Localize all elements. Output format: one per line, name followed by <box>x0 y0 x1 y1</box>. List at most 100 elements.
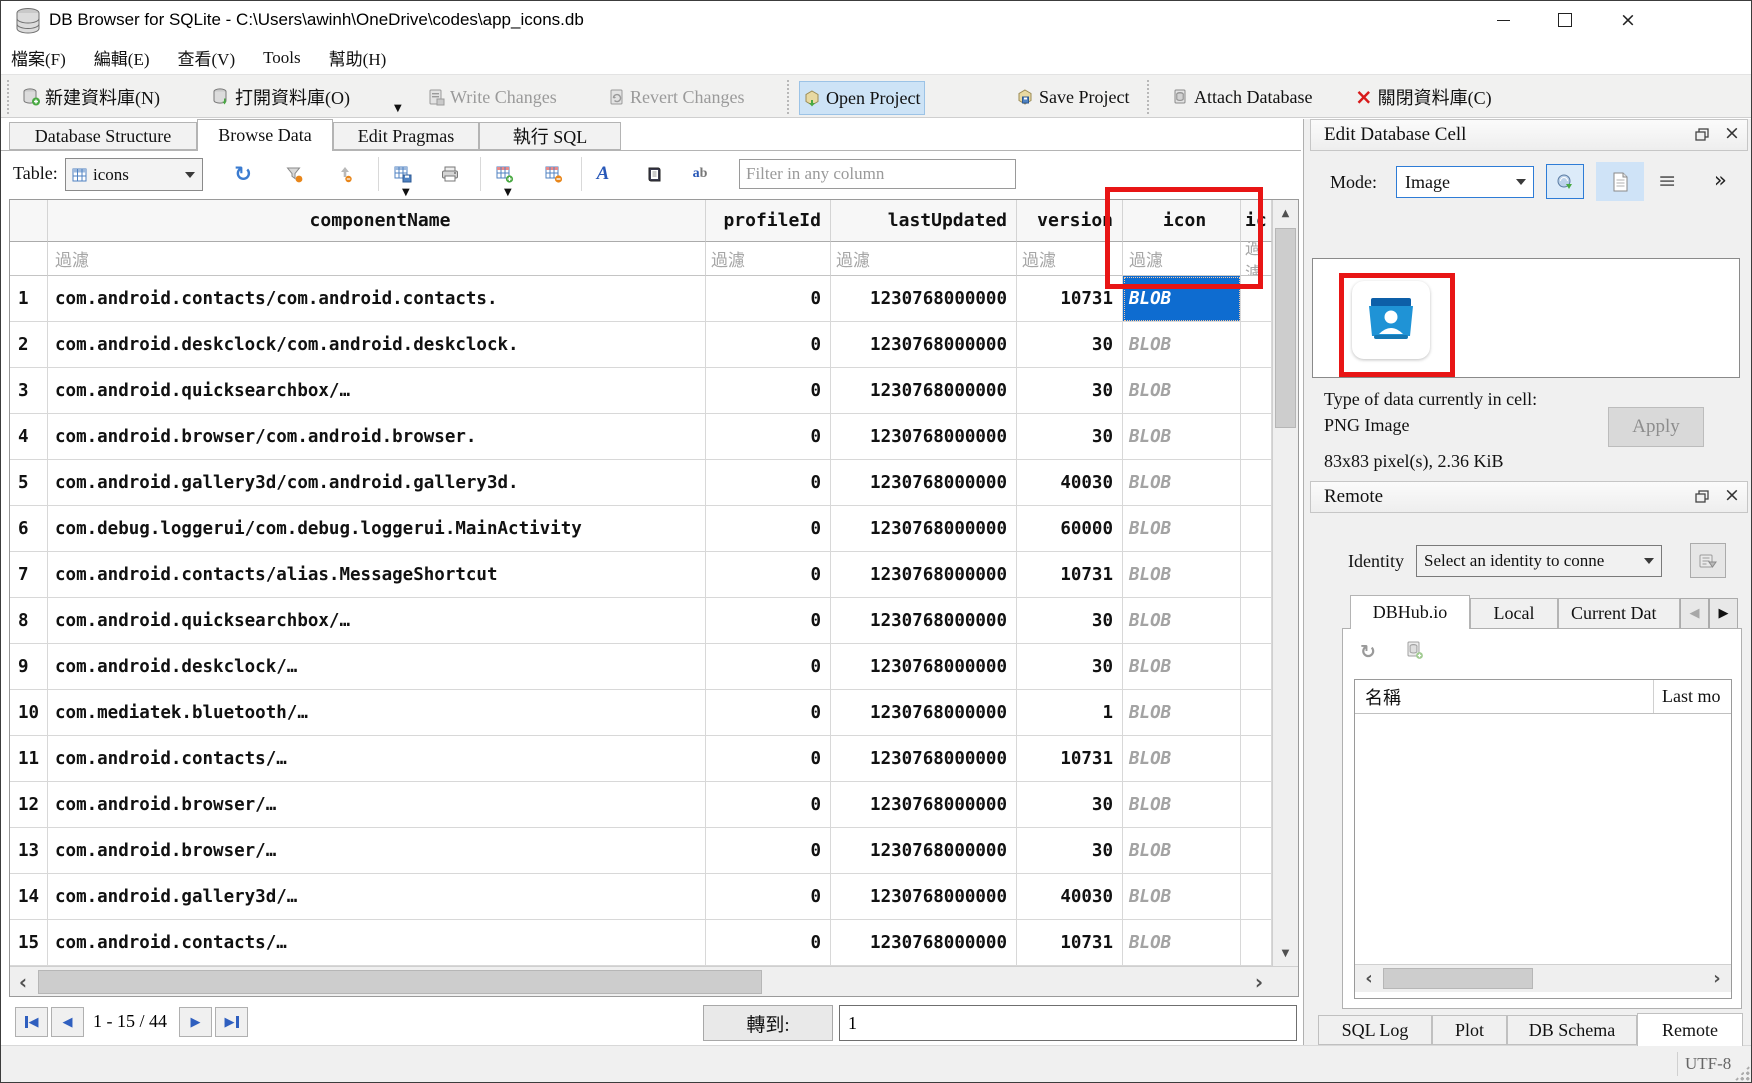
menu-file[interactable]: 檔案(F) <box>11 45 66 70</box>
cell-lastUpdated[interactable]: 1230768000000 <box>831 644 1017 690</box>
cell-version[interactable]: 60000 <box>1017 506 1123 552</box>
cell-version[interactable]: 10731 <box>1017 736 1123 782</box>
filter-profileId[interactable]: 過濾 <box>706 242 831 276</box>
float-panel-button[interactable] <box>1690 124 1714 144</box>
dock-tab-db-schema[interactable]: DB Schema <box>1507 1015 1637 1045</box>
cell-partial[interactable] <box>1241 644 1272 690</box>
last-page-button[interactable]: ▶ <box>215 1007 248 1037</box>
cell-profileId[interactable]: 0 <box>706 506 831 552</box>
cell-componentName[interactable]: com.android.contacts/… <box>48 920 706 966</box>
header-corner[interactable] <box>10 200 48 242</box>
cell-version[interactable]: 30 <box>1017 368 1123 414</box>
cell-icon-blob[interactable]: BLOB <box>1123 414 1241 460</box>
vertical-scroll-thumb[interactable] <box>1275 228 1296 428</box>
cell-componentName[interactable]: com.android.quicksearchbox/… <box>48 598 706 644</box>
tab-browse-data[interactable]: Browse Data <box>197 119 333 151</box>
cell-lastUpdated[interactable]: 1230768000000 <box>831 828 1017 874</box>
row-number[interactable]: 6 <box>10 506 48 552</box>
cell-partial[interactable] <box>1241 920 1272 966</box>
dock-tab-remote[interactable]: Remote <box>1637 1013 1743 1046</box>
cell-partial[interactable] <box>1241 736 1272 782</box>
remote-tab-dbhub[interactable]: DBHub.io <box>1350 595 1470 629</box>
minimize-button[interactable] <box>1480 4 1526 36</box>
font-button[interactable]: A <box>588 159 618 189</box>
tab-database-structure[interactable]: Database Structure <box>9 122 197 150</box>
save-table-button[interactable] <box>388 159 418 189</box>
row-number[interactable]: 3 <box>10 368 48 414</box>
vertical-scrollbar[interactable]: ▲ ▼ <box>1272 200 1298 966</box>
cell-lastUpdated[interactable]: 1230768000000 <box>831 276 1017 322</box>
cell-profileId[interactable]: 0 <box>706 874 831 920</box>
cell-version[interactable]: 40030 <box>1017 460 1123 506</box>
tab-edit-pragmas[interactable]: Edit Pragmas <box>333 122 479 150</box>
open-database-button[interactable]: 打開資料庫(O) <box>209 81 354 113</box>
cell-partial[interactable] <box>1241 276 1272 322</box>
cell-profileId[interactable]: 0 <box>706 598 831 644</box>
remote-header-name[interactable]: 名稱 <box>1355 680 1654 713</box>
insert-record-button[interactable] <box>490 159 520 189</box>
header-lastUpdated[interactable]: lastUpdated <box>831 200 1017 242</box>
filter-version[interactable]: 過濾 <box>1017 242 1123 276</box>
scroll-right-button[interactable]: › <box>1246 968 1272 996</box>
cell-version[interactable]: 30 <box>1017 414 1123 460</box>
cell-version[interactable]: 1 <box>1017 690 1123 736</box>
cell-icon-blob[interactable]: BLOB <box>1123 736 1241 782</box>
header-componentName[interactable]: componentName <box>48 200 706 242</box>
filter-lastUpdated[interactable]: 過濾 <box>831 242 1017 276</box>
save-table-dropdown-arrow[interactable]: ▼ <box>402 187 410 198</box>
toolbar-overflow-icon[interactable]: » <box>1714 168 1727 192</box>
cell-profileId[interactable]: 0 <box>706 782 831 828</box>
cell-partial[interactable] <box>1241 368 1272 414</box>
filter-componentName[interactable]: 過濾 <box>48 242 706 276</box>
row-number[interactable]: 4 <box>10 414 48 460</box>
cell-profileId[interactable]: 0 <box>706 460 831 506</box>
cell-componentName[interactable]: com.android.gallery3d/com.android.galler… <box>48 460 706 506</box>
remote-scroll-right[interactable]: › <box>1705 966 1729 991</box>
scroll-down-button[interactable]: ▼ <box>1273 940 1298 966</box>
remote-refresh-icon[interactable]: ↻ <box>1360 641 1376 663</box>
cell-icon-blob[interactable]: BLOB <box>1123 506 1241 552</box>
identity-select[interactable]: Select an identity to conne <box>1416 545 1662 577</box>
header-version[interactable]: version <box>1017 200 1123 242</box>
row-number[interactable]: 10 <box>10 690 48 736</box>
cell-profileId[interactable]: 0 <box>706 276 831 322</box>
cell-version[interactable]: 30 <box>1017 828 1123 874</box>
goto-button[interactable]: 轉到: <box>703 1005 833 1041</box>
cell-lastUpdated[interactable]: 1230768000000 <box>831 920 1017 966</box>
save-project-button[interactable]: Save Project <box>1013 81 1133 113</box>
cell-componentName[interactable]: com.android.contacts/… <box>48 736 706 782</box>
remote-header-last-modified[interactable]: Last mo <box>1654 680 1731 713</box>
close-panel-button[interactable]: × <box>1720 123 1744 143</box>
filter-icon[interactable]: 過濾 <box>1123 242 1241 276</box>
remote-scroll-thumb[interactable] <box>1383 968 1533 989</box>
cell-version[interactable]: 40030 <box>1017 874 1123 920</box>
horizontal-scroll-thumb[interactable] <box>38 970 762 994</box>
cell-partial[interactable] <box>1241 460 1272 506</box>
filter-any-column-input[interactable] <box>739 159 1016 189</box>
row-number[interactable]: 13 <box>10 828 48 874</box>
close-button[interactable]: × <box>1605 4 1651 36</box>
text-view-button[interactable] <box>1596 162 1644 201</box>
cell-version[interactable]: 10731 <box>1017 552 1123 598</box>
remote-tab-local[interactable]: Local <box>1470 598 1558 629</box>
clear-filters-button[interactable] <box>330 159 360 189</box>
float-remote-button[interactable] <box>1690 486 1714 506</box>
cell-version[interactable]: 30 <box>1017 782 1123 828</box>
cell-componentName[interactable]: com.android.deskclock/… <box>48 644 706 690</box>
word-wrap-icon[interactable]: ≡ <box>1658 169 1676 194</box>
row-number[interactable]: 14 <box>10 874 48 920</box>
clone-database-button[interactable] <box>1406 641 1424 665</box>
cell-lastUpdated[interactable]: 1230768000000 <box>831 322 1017 368</box>
row-number[interactable]: 8 <box>10 598 48 644</box>
cell-profileId[interactable]: 0 <box>706 322 831 368</box>
cell-icon-blob[interactable]: BLOB <box>1123 828 1241 874</box>
cell-profileId[interactable]: 0 <box>706 828 831 874</box>
cell-icon-blob[interactable]: BLOB <box>1123 644 1241 690</box>
dictionary-button[interactable] <box>639 159 669 189</box>
import-data-button[interactable] <box>1546 164 1584 199</box>
apply-button[interactable]: Apply <box>1608 407 1704 447</box>
cell-profileId[interactable]: 0 <box>706 368 831 414</box>
cell-profileId[interactable]: 0 <box>706 644 831 690</box>
cell-componentName[interactable]: com.android.browser/com.android.browser. <box>48 414 706 460</box>
cell-profileId[interactable]: 0 <box>706 690 831 736</box>
